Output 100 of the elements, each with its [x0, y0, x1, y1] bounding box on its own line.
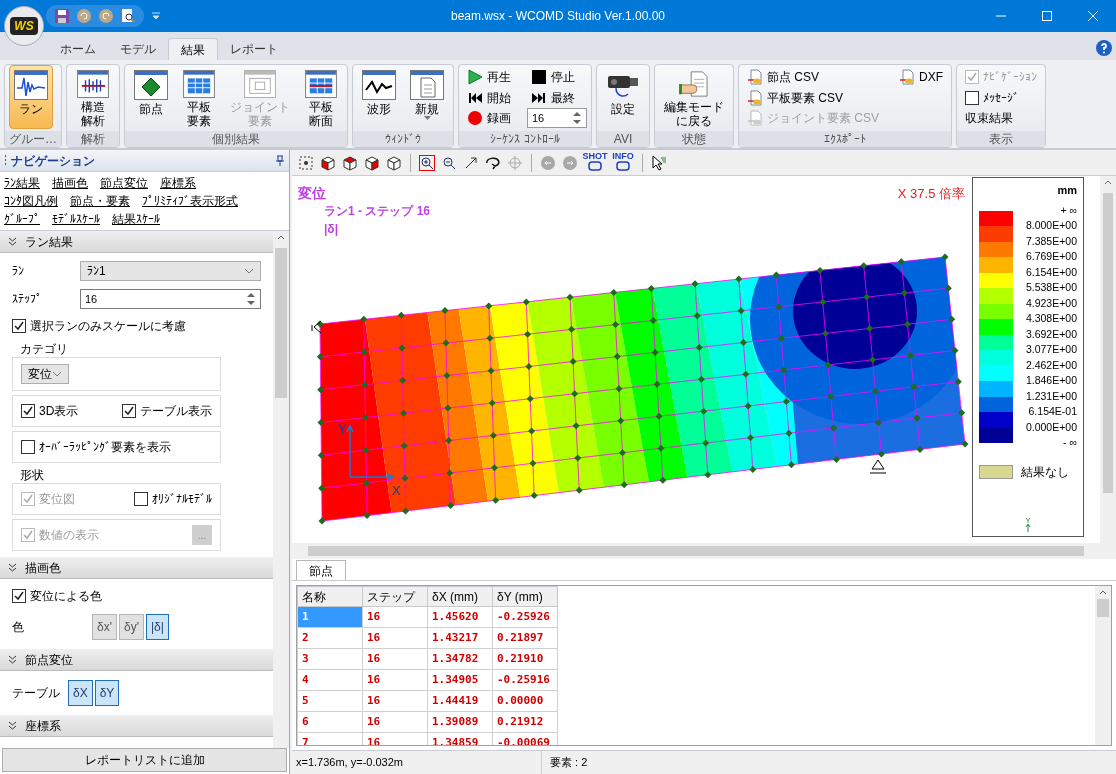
select-all-icon[interactable] [298, 154, 314, 171]
wireframe-cube-icon[interactable] [386, 154, 402, 171]
scrollbar[interactable] [1095, 586, 1111, 745]
checkbox[interactable]: ﾒｯｾｰｼﾞ [961, 87, 1041, 108]
nav-link[interactable]: 描画色 [52, 174, 88, 192]
spin-field[interactable]: 16 [527, 108, 587, 129]
section-header[interactable]: 描画色 [0, 557, 273, 579]
toggle-button[interactable]: δX [68, 680, 93, 706]
scrollbar[interactable] [292, 543, 1100, 559]
column-header[interactable]: ステップ [362, 586, 428, 607]
help-icon[interactable] [1096, 40, 1112, 56]
pin-icon[interactable] [275, 154, 285, 167]
scrollbar[interactable] [273, 231, 289, 748]
double-chevron-icon [8, 237, 17, 246]
checkbox[interactable]: ｵｰﾊﾞｰﾗｯﾋﾟﾝｸﾞ要素を表示 [21, 436, 171, 458]
cube-icon[interactable] [342, 154, 358, 171]
undo-icon[interactable] [76, 8, 92, 24]
zoom-fit-icon[interactable] [419, 154, 435, 171]
nav-link[interactable]: ｺﾝﾀ図凡例 [4, 192, 58, 210]
customize-caret-icon[interactable] [152, 12, 160, 20]
drag-handle-icon[interactable] [4, 153, 7, 168]
ribbon-button[interactable]: 録画 [463, 108, 515, 129]
ribbon-button[interactable]: 平板 断面 [299, 65, 343, 129]
table-tab[interactable]: 節点 [296, 560, 346, 580]
cube-icon[interactable] [364, 154, 380, 171]
ribbon-button[interactable]: DXF [895, 67, 947, 87]
group-label: AVI [597, 131, 649, 147]
checkbox-icon [965, 90, 979, 105]
checkbox[interactable]: 変位による色 [12, 585, 261, 607]
column-header[interactable]: δY (mm) [492, 586, 558, 607]
toggle-button[interactable]: δy' [119, 614, 144, 640]
maximize-icon [1042, 11, 1052, 21]
ribbon-button[interactable]: 節点 CSV [743, 67, 883, 87]
ribbon-tab[interactable]: レポート [218, 38, 290, 60]
ribbon-button[interactable]: 平板要素 CSV [743, 87, 883, 108]
section-header[interactable]: 節点変位 [0, 649, 273, 671]
redo-icon[interactable] [98, 8, 114, 24]
nav-link[interactable]: ﾌﾟﾘﾐﾃｨﾌﾞ表示形式 [142, 192, 238, 210]
checkbox[interactable]: 3D表示 [21, 400, 79, 422]
ribbon-button[interactable]: 開始 [463, 87, 515, 108]
camera-tool-button[interactable]: INFO [610, 151, 636, 174]
spin-field[interactable]: 16 [80, 289, 261, 309]
print-preview-icon[interactable] [120, 8, 136, 24]
rotate-icon[interactable] [485, 154, 501, 171]
nav-link[interactable]: ﾗﾝ結果 [4, 174, 40, 192]
link-icon [616, 160, 630, 171]
checkbox[interactable]: テーブル表示 [122, 400, 212, 422]
toggle-button[interactable]: δx' [92, 614, 117, 640]
ribbon-button[interactable]: 再生 [463, 67, 515, 87]
ribbon-tab[interactable]: 結果 [168, 38, 218, 60]
chevron-up-icon[interactable] [277, 235, 285, 240]
diagonal-arrow-icon[interactable] [463, 154, 479, 171]
toggle-button[interactable]: δY [94, 680, 120, 706]
ribbon-button[interactable]: 設定 [601, 65, 645, 129]
section-header[interactable]: ラン結果 [0, 231, 273, 253]
scrollbar-thumb[interactable] [1103, 193, 1113, 493]
ribbon-button[interactable]: 波形 [357, 65, 401, 129]
status-text: x=1.736m, y=-0.032m [292, 751, 542, 774]
ribbon-button[interactable]: 新規 [405, 65, 449, 129]
toggle-button[interactable]: |δ| [145, 614, 169, 640]
column-header[interactable]: δX (mm) [427, 586, 493, 607]
nav-link[interactable]: ｸﾞﾙｰﾌﾟ [4, 210, 40, 228]
section-header[interactable]: 座標系 [0, 715, 273, 737]
nav-link[interactable]: 節点変位 [100, 174, 148, 192]
add-to-report-button[interactable]: レポートリストに追加 [2, 748, 287, 772]
chevron-up-icon[interactable] [1104, 180, 1112, 185]
dropdown[interactable]: 変位 [21, 364, 69, 384]
spin-arrows-icon[interactable] [246, 292, 256, 306]
scrollbar-thumb[interactable] [1097, 599, 1109, 617]
pointer-icon[interactable] [651, 154, 667, 171]
ribbon-button[interactable]: 停止 [527, 67, 587, 87]
zoom-out-icon[interactable] [441, 154, 457, 171]
chevron-up-icon[interactable] [1099, 590, 1107, 595]
column-header[interactable]: 名称 [297, 586, 363, 607]
ribbon-button[interactable]: 最終 [527, 87, 587, 108]
ribbon-tab[interactable]: モデル [108, 38, 168, 60]
nav-link[interactable]: ﾓﾃﾞﾙｽｹｰﾙ [52, 210, 100, 228]
chevron-down-icon [52, 371, 62, 377]
table-window-icon [182, 70, 216, 98]
cube-icon[interactable] [320, 154, 336, 171]
scrollbar-thumb[interactable] [275, 248, 287, 398]
spin-arrows-icon[interactable] [572, 111, 582, 126]
ribbon-button[interactable]: ラン [9, 65, 53, 129]
camera-tool-button[interactable]: SHOT [582, 151, 608, 174]
ribbon-tab[interactable]: ホーム [48, 38, 108, 60]
ribbon-button[interactable]: 編集モード に戻る [659, 65, 729, 129]
app-logo[interactable]: WS [4, 6, 44, 46]
ribbon-button[interactable]: 節点 [129, 65, 173, 129]
save-icon[interactable] [54, 8, 70, 24]
checkbox[interactable]: 選択ランのみスケールに考慮 [12, 315, 261, 337]
dropdown[interactable]: ﾗﾝ1 [80, 261, 261, 281]
nav-link[interactable]: 座標系 [160, 174, 196, 192]
chevron-down-icon [244, 268, 254, 274]
ribbon-button[interactable]: 構造 解析 [71, 65, 115, 129]
nav-link[interactable]: 結果ｽｹｰﾙ [112, 210, 160, 228]
scrollbar[interactable] [1100, 176, 1116, 559]
checkbox[interactable]: ｵﾘｼﾞﾅﾙﾓﾃﾞﾙ [134, 488, 212, 510]
nav-link[interactable]: 節点・要素 [70, 192, 130, 210]
ribbon-button[interactable]: 平板 要素 [177, 65, 221, 129]
scrollbar-thumb[interactable] [308, 546, 1084, 556]
